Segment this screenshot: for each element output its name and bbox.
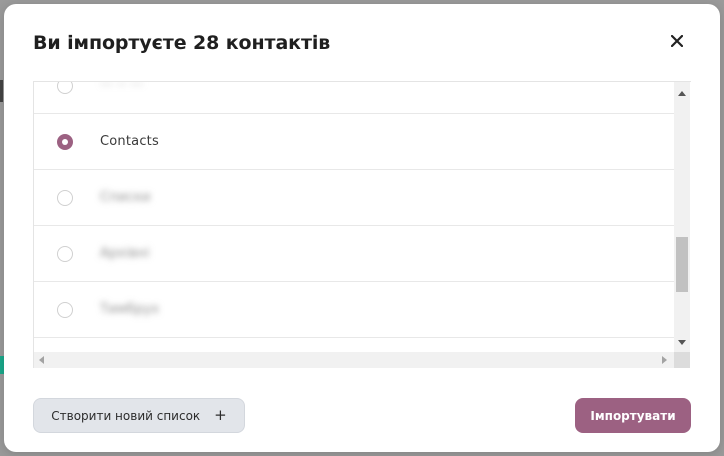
- plus-icon: +: [214, 406, 227, 424]
- background-fragment: [0, 80, 3, 102]
- list-option-label: Contacts: [100, 134, 159, 149]
- scroll-down-arrow-icon[interactable]: [678, 340, 686, 345]
- scroll-up-arrow-icon[interactable]: [678, 91, 686, 96]
- radio-button[interactable]: [57, 189, 73, 206]
- contact-list-picker: ··· ·· ··· Contacts Списки Архівні Тимбрух: [33, 81, 691, 368]
- horizontal-scrollbar[interactable]: [34, 352, 674, 368]
- scroll-right-arrow-icon[interactable]: [662, 356, 667, 364]
- close-icon: [671, 35, 683, 47]
- list-option-row[interactable]: Contacts: [34, 114, 674, 170]
- radio-button[interactable]: [57, 301, 73, 318]
- list-option-row[interactable]: Тимбрух: [34, 282, 674, 338]
- list-option-row[interactable]: ··· ·· ···: [34, 81, 674, 114]
- scrollbar-corner: [674, 352, 690, 368]
- dialog-title: Ви імпортуєте 28 контактів: [33, 32, 331, 54]
- list-option-label: Тимбрух: [100, 302, 160, 317]
- radio-button[interactable]: [57, 245, 73, 262]
- list-option-row[interactable]: Списки: [34, 170, 674, 226]
- close-button[interactable]: [666, 30, 688, 52]
- create-new-list-label: Створити новий список: [51, 408, 201, 423]
- list-option-label: Списки: [100, 190, 151, 205]
- create-new-list-button[interactable]: Створити новий список +: [33, 398, 245, 433]
- list-option-label: ··· ·· ···: [100, 81, 144, 93]
- list-option-label: Архівні: [100, 246, 150, 261]
- scrollbar-thumb[interactable]: [676, 237, 688, 292]
- import-button-label: Імпортувати: [590, 408, 676, 423]
- radio-selected[interactable]: [57, 133, 73, 150]
- import-button[interactable]: Імпортувати: [575, 398, 691, 433]
- radio-button[interactable]: [57, 82, 73, 94]
- list-option-row[interactable]: Архівні: [34, 226, 674, 282]
- scroll-left-arrow-icon[interactable]: [39, 356, 44, 364]
- list-rows: ··· ·· ··· Contacts Списки Архівні Тимбрух: [34, 81, 674, 368]
- import-contacts-dialog: Ви імпортуєте 28 контактів ··· ·· ··· Con…: [4, 4, 720, 452]
- vertical-scrollbar[interactable]: [674, 82, 690, 352]
